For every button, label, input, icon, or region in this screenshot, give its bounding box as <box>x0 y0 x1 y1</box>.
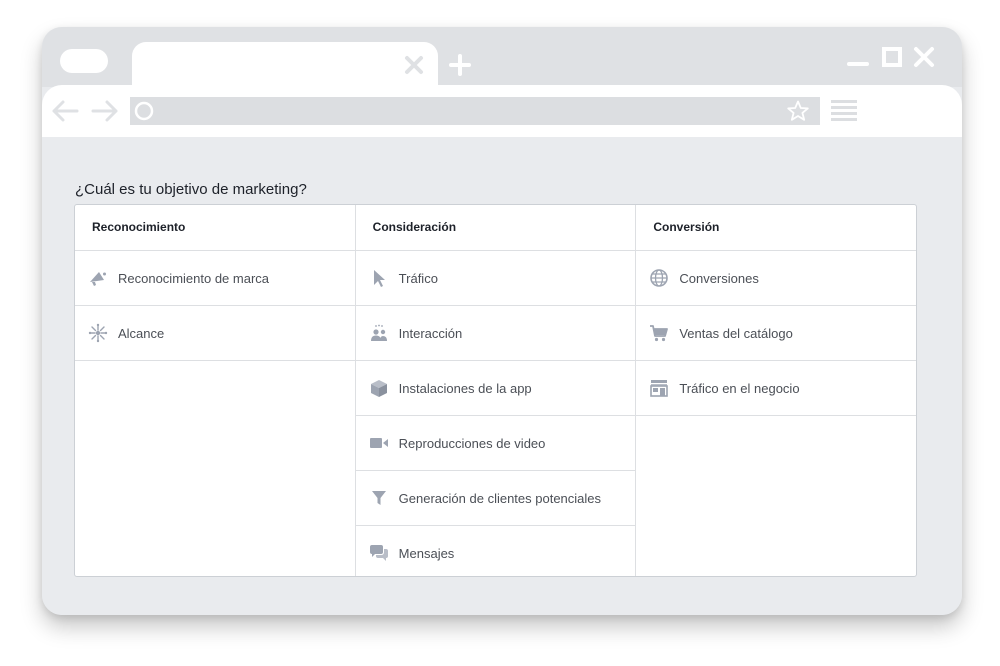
objective-label: Instalaciones de la app <box>398 380 532 396</box>
objective-brand-awareness[interactable]: Reconocimiento de marca <box>75 251 355 306</box>
objective-lead-generation[interactable]: Generación de clientes potenciales <box>355 471 636 526</box>
browser-toolbar <box>42 85 962 137</box>
column-awareness: Reconocimiento Reconocimiento de marca A… <box>75 205 355 576</box>
objective-label: Interacción <box>398 325 463 341</box>
video-camera-icon <box>368 432 390 454</box>
page-content: ¿Cuál es tu objetivo de marketing? Recon… <box>42 137 962 615</box>
objective-reach[interactable]: Alcance <box>75 306 355 361</box>
browser-menu-icon[interactable] <box>830 97 858 125</box>
objective-engagement[interactable]: Interacción <box>355 306 636 361</box>
people-icon <box>368 322 390 344</box>
minimize-icon[interactable] <box>846 45 870 69</box>
browser-window: ¿Cuál es tu objetivo de marketing? Recon… <box>42 27 962 615</box>
bookmark-star-icon[interactable] <box>786 99 810 123</box>
objective-conversions[interactable]: Conversiones <box>636 251 917 306</box>
objective-messages[interactable]: Mensajes <box>356 526 636 580</box>
new-tab-plus-icon[interactable] <box>448 53 472 77</box>
objective-app-installs[interactable]: Instalaciones de la app <box>355 361 636 416</box>
objective-video-views[interactable]: Reproducciones de video <box>355 416 636 471</box>
store-icon <box>648 377 670 399</box>
objective-label: Conversiones <box>679 270 759 286</box>
objective-label: Ventas del catálogo <box>679 325 793 341</box>
reach-burst-icon <box>87 322 109 344</box>
objective-store-traffic[interactable]: Tráfico en el negocio <box>636 361 917 416</box>
objective-label: Generación de clientes potenciales <box>398 490 602 506</box>
back-arrow-icon[interactable] <box>50 97 80 125</box>
column-conversion: Conversión Conversiones Ventas del catál… <box>635 205 917 576</box>
globe-icon <box>648 267 670 289</box>
cursor-icon <box>368 267 390 289</box>
chat-bubbles-icon <box>368 542 390 564</box>
objective-label: Mensajes <box>398 545 455 561</box>
column-header: Consideración <box>355 205 636 251</box>
column-header: Conversión <box>636 205 917 251</box>
forward-arrow-icon[interactable] <box>90 97 120 125</box>
close-window-icon[interactable] <box>912 45 936 69</box>
funnel-icon <box>368 487 390 509</box>
objective-label: Tráfico en el negocio <box>679 380 800 396</box>
shopping-cart-icon <box>648 322 670 344</box>
column-header: Reconocimiento <box>75 205 355 251</box>
objective-question: ¿Cuál es tu objetivo de marketing? <box>75 181 307 198</box>
window-pill <box>60 49 108 73</box>
megaphone-icon <box>87 267 109 289</box>
objective-label: Tráfico <box>398 270 438 286</box>
address-bar[interactable] <box>130 97 820 125</box>
objective-label: Alcance <box>118 325 165 341</box>
maximize-icon[interactable] <box>880 45 904 69</box>
objective-label: Reconocimiento de marca <box>118 270 270 286</box>
objective-grid: Reconocimiento Reconocimiento de marca A… <box>74 204 917 577</box>
tab-close-icon[interactable] <box>402 53 426 77</box>
objective-label: Reproducciones de video <box>398 435 546 451</box>
objective-catalog-sales[interactable]: Ventas del catálogo <box>636 306 917 361</box>
reload-icon[interactable] <box>133 100 155 122</box>
browser-titlebar <box>42 27 962 102</box>
app-box-icon <box>368 377 390 399</box>
column-consideration: Consideración Tráfico Interacción Instal… <box>354 205 636 576</box>
objective-traffic[interactable]: Tráfico <box>355 251 636 306</box>
